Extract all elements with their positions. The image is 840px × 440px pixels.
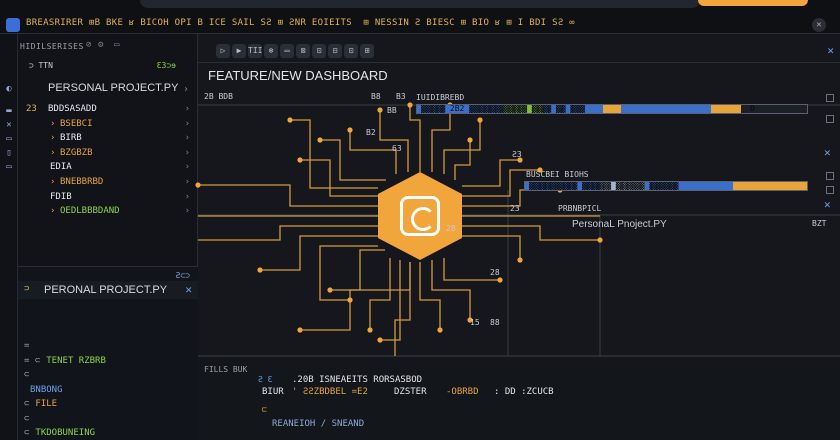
checkbox-4[interactable]	[826, 186, 834, 194]
node-num-10: 88	[490, 318, 500, 327]
node-num-5: 63	[392, 144, 402, 153]
node-num-11: 2B	[446, 224, 456, 233]
checkbox-1[interactable]	[826, 94, 834, 102]
bottom-row3-icon: ⊏	[262, 405, 267, 414]
right-num: BZT	[812, 219, 827, 228]
bottom-row3-text[interactable]: REANEIOH / SNEAND	[272, 419, 364, 429]
bottom-row1-text: .20B ISNEAEITS RORSASBOD	[292, 375, 423, 385]
checkbox-2[interactable]	[826, 115, 834, 123]
checkbox-3[interactable]	[826, 172, 834, 180]
close-icon[interactable]: ✕	[824, 198, 831, 211]
bar1-text: ▓▓▓▓▓ 2B2 ▓▓▓▓▓▓▓▓▓▓▓▓ ▓▓▓▓ ▓▓ ▓▓▓	[421, 104, 585, 113]
bar1-tail: D	[750, 104, 755, 113]
right-label: PRBNBPICL	[558, 204, 602, 213]
bar1-label: IUIDIBREBD	[416, 93, 465, 102]
bottom-row2-e: : DD :ZCUCB	[494, 387, 554, 397]
node-num-2: B3	[396, 92, 406, 101]
bottom-row2-d: -OBRBD	[446, 387, 479, 397]
bottom-row1-num: Ƨ Ɛ	[258, 375, 273, 384]
node-num-3: BB	[387, 106, 397, 115]
node-num-8: 28	[490, 268, 500, 277]
node-num-4: B2	[366, 128, 376, 137]
bar2-text: ▓▓▓▓▓▓▓▓▓▓ ▓▓▓▓▓▓ ▓▓▓▓▓▓ ▓▓▓▓▓▓	[529, 181, 679, 190]
bottom-row2-c: DZSTER	[394, 387, 427, 397]
bottom-panel-label: FILLS BUK	[204, 365, 248, 374]
node-num-6: Ƨ3	[512, 150, 522, 159]
bottom-row2-b: ' ƧƧZBDBEL =E2	[292, 387, 368, 397]
project-hub-icon[interactable]	[378, 172, 462, 260]
right-file-name: PersonaL Pnoject.PY	[572, 219, 667, 230]
close-icon[interactable]: ✕	[824, 146, 831, 159]
progress-bar-2: ▓▓▓▓▓▓▓▓▓▓ ▓▓▓▓▓▓ ▓▓▓▓▓▓ ▓▓▓▓▓▓	[524, 181, 808, 191]
bottom-panel: FILLS BUK Ƨ Ɛ .20B ISNEAEITS RORSASBOD B…	[198, 356, 840, 440]
bottom-row2-a: BIUR	[262, 387, 284, 397]
node-num-1: B8	[371, 92, 381, 101]
left-coordinate: 2B BDB	[204, 92, 233, 101]
bar2-label: BUSCBEI BIOHS	[526, 170, 589, 179]
node-num-7: 23	[510, 204, 520, 213]
node-num-9: 15	[470, 318, 480, 327]
